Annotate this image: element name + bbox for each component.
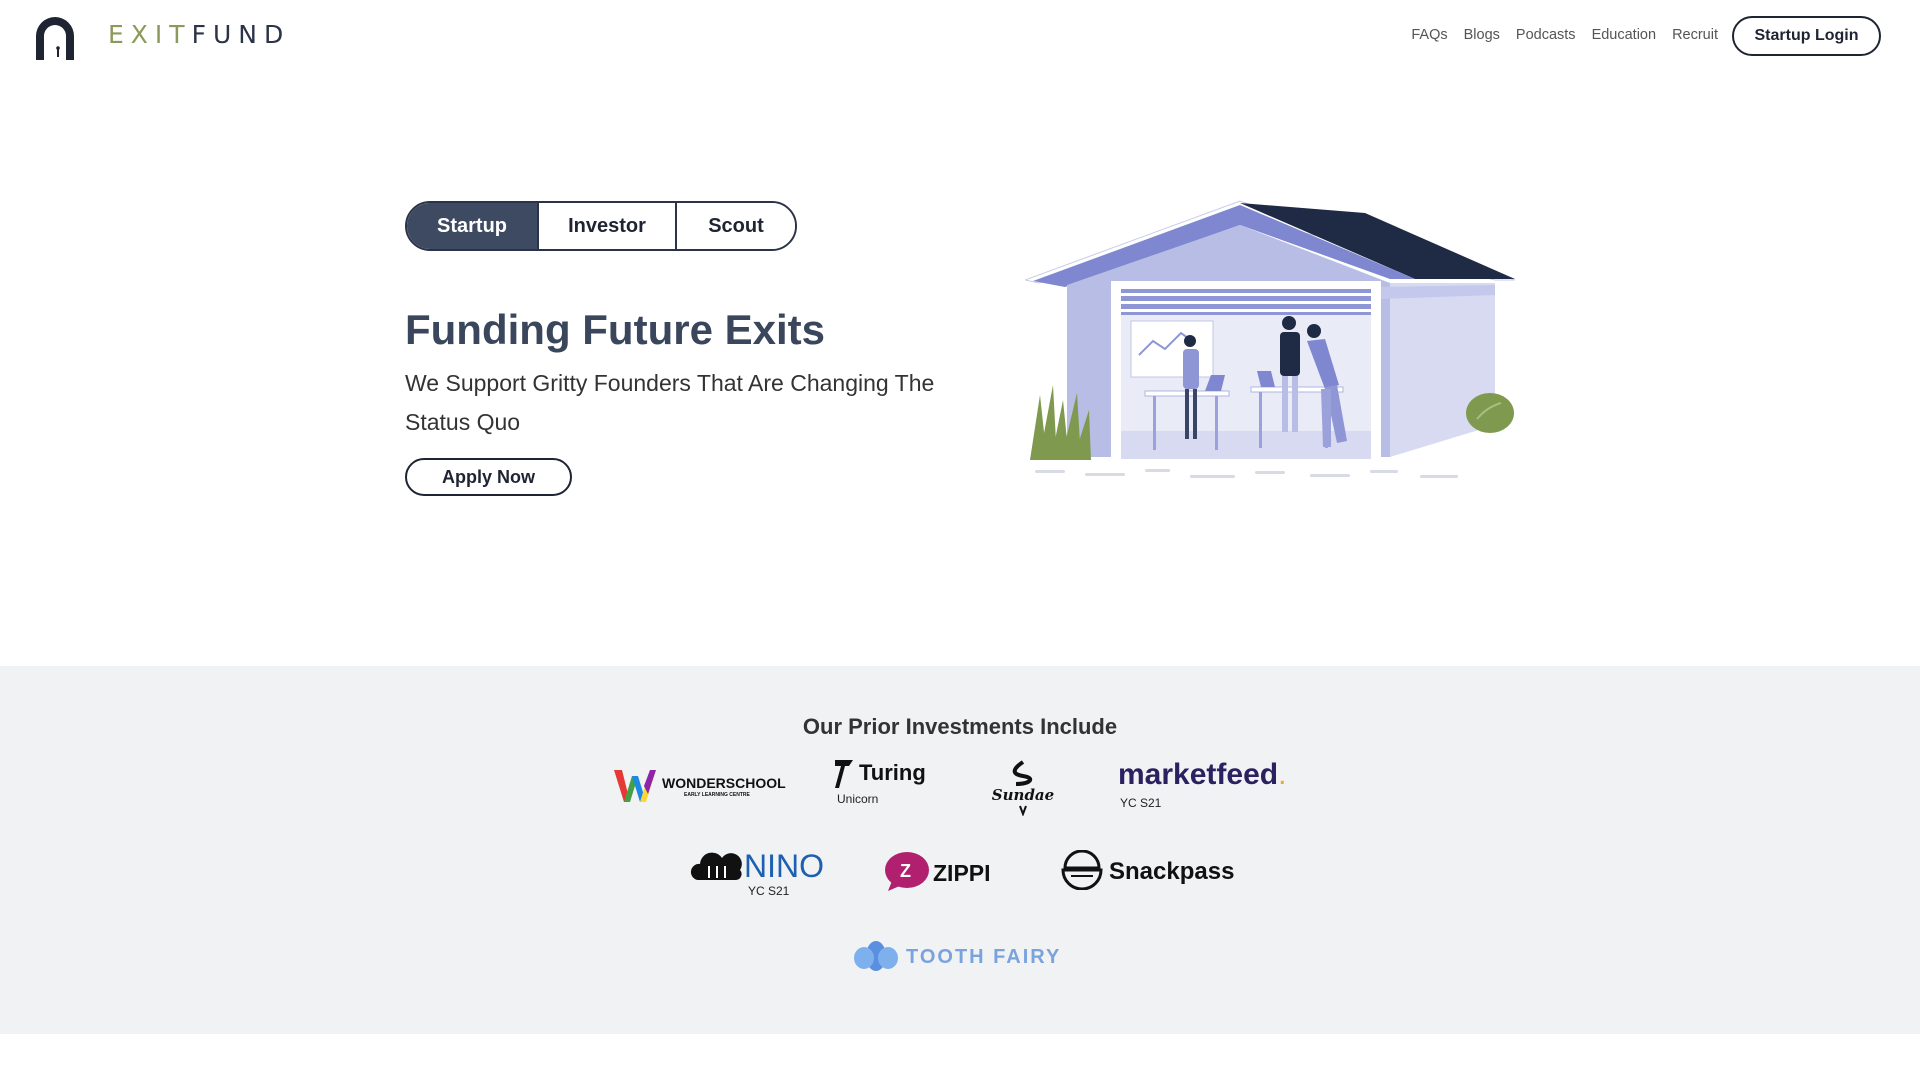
svg-text:Z: Z: [900, 861, 911, 881]
nino-cloud-icon: [690, 852, 742, 880]
logo-zippi[interactable]: Z ZIPPI: [884, 851, 994, 893]
turing-name: Turing: [859, 760, 926, 785]
marketfeed-caption: YC S21: [1120, 796, 1162, 810]
zippi-bubble-icon: Z: [885, 852, 929, 891]
brand-wordmark[interactable]: EXITFUND: [108, 20, 290, 49]
tooth-fairy-name: TOOTH FAIRY: [906, 946, 1062, 968]
wonderschool-name: WONDERSCHOOL: [662, 775, 786, 791]
tab-investor[interactable]: Investor: [539, 203, 677, 249]
wonderschool-tagline: EARLY LEARNING CENTRE: [684, 792, 750, 798]
wonderschool-w-icon: [614, 770, 656, 802]
nino-caption: YC S21: [748, 884, 790, 898]
nav-podcasts[interactable]: Podcasts: [1516, 27, 1576, 43]
logo-snackpass[interactable]: Snackpass: [1061, 850, 1236, 892]
logo-nino[interactable]: NINO YC S21: [690, 848, 824, 900]
marketfeed-name: marketfeed.: [1118, 758, 1287, 791]
site-header: EXITFUND FAQs Blogs Podcasts Education R…: [0, 0, 1920, 72]
hero-title: Funding Future Exits: [405, 306, 825, 353]
logo-wonderschool[interactable]: WONDERSCHOOL EARLY LEARNING CENTRE: [614, 766, 786, 806]
startup-garage-illustration: [1025, 200, 1516, 478]
nino-name: NINO: [744, 848, 824, 884]
logo-sundae[interactable]: Sundae: [990, 760, 1056, 816]
tab-startup[interactable]: Startup: [407, 203, 539, 249]
logo-turing[interactable]: Turing Unicorn: [835, 760, 935, 812]
main-nav: FAQs Blogs Podcasts Education Recruit: [1411, 27, 1718, 43]
snackpass-bowl-icon: [1061, 850, 1103, 890]
tooth-fairy-lotus-icon: [854, 941, 898, 971]
logo-tooth-fairy[interactable]: TOOTH FAIRY: [852, 938, 1072, 974]
turing-caption: Unicorn: [837, 792, 879, 806]
startup-login-button[interactable]: Startup Login: [1732, 16, 1881, 56]
nav-blogs[interactable]: Blogs: [1464, 27, 1500, 43]
investments-title: Our Prior Investments Include: [802, 714, 1118, 739]
nav-faqs[interactable]: FAQs: [1411, 27, 1447, 43]
sundae-name: Sundae: [991, 786, 1055, 804]
arch-keyhole-icon[interactable]: [30, 12, 80, 62]
apply-now-button[interactable]: Apply Now: [405, 458, 572, 496]
prior-investments-section: Our Prior Investments Include WONDERSCHO…: [0, 666, 1920, 1034]
logo-marketfeed[interactable]: marketfeed. YC S21: [1118, 758, 1308, 814]
nav-recruit[interactable]: Recruit: [1672, 27, 1718, 43]
snackpass-name: Snackpass: [1109, 858, 1235, 885]
brand-name-exit: EXIT: [108, 20, 192, 49]
nav-education[interactable]: Education: [1592, 27, 1657, 43]
turing-mark-icon: [835, 760, 853, 788]
hero-subtitle: We Support Gritty Founders That Are Chan…: [405, 370, 935, 435]
brand-name-fund: FUND: [191, 20, 291, 49]
tab-scout[interactable]: Scout: [677, 203, 795, 249]
zippi-name: ZIPPI: [933, 860, 991, 886]
audience-tabs: Startup Investor Scout: [405, 201, 797, 251]
